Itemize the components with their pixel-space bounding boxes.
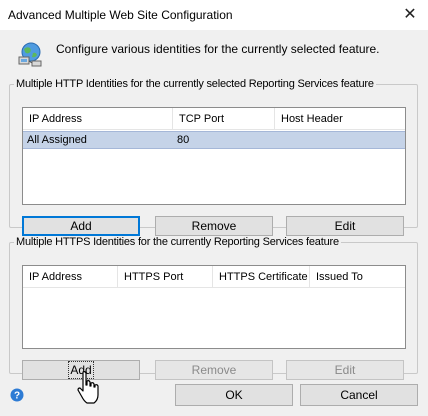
intro-text: Configure various identities for the cur… — [56, 42, 380, 56]
column-header-host[interactable]: Host Header — [275, 108, 407, 130]
column-header-ip[interactable]: IP Address — [23, 108, 173, 130]
hand-cursor-icon — [77, 371, 99, 404]
cell-port: 80 — [177, 134, 190, 146]
close-button[interactable]: ✕ — [398, 3, 422, 27]
dialog-body: Configure various identities for the cur… — [0, 30, 428, 416]
http-identities-list[interactable]: IP Address TCP Port Host Header All Assi… — [22, 107, 406, 205]
https-identities-group: Multiple HTTPS Identities for the curren… — [9, 236, 418, 380]
http-remove-button[interactable]: Remove — [155, 216, 273, 236]
svg-text:?: ? — [14, 391, 20, 402]
cell-ip: All Assigned — [27, 134, 87, 146]
table-row[interactable]: All Assigned 80 — [23, 131, 405, 149]
ok-button[interactable]: OK — [175, 384, 293, 406]
https-list-header: IP Address HTTPS Port HTTPS Certificate … — [23, 266, 405, 288]
https-group-legend: Multiple HTTPS Identities for the curren… — [16, 236, 339, 248]
http-group-legend: Multiple HTTP Identities for the current… — [16, 78, 374, 90]
https-edit-button[interactable]: Edit — [286, 360, 404, 380]
http-identities-group: Multiple HTTP Identities for the current… — [9, 78, 418, 236]
column-header-https-port[interactable]: HTTPS Port — [118, 266, 213, 288]
https-identities-list[interactable]: IP Address HTTPS Port HTTPS Certificate … — [22, 265, 406, 349]
help-icon[interactable]: ? — [10, 388, 24, 402]
column-header-issued-to[interactable]: Issued To — [310, 266, 407, 288]
title-bar: Advanced Multiple Web Site Configuration… — [0, 0, 428, 30]
http-edit-button[interactable]: Edit — [286, 216, 404, 236]
globe-network-icon — [18, 42, 42, 67]
cell-host — [275, 132, 405, 148]
window-title: Advanced Multiple Web Site Configuration — [8, 8, 233, 22]
http-add-button[interactable]: Add — [22, 216, 140, 236]
https-remove-button[interactable]: Remove — [155, 360, 273, 380]
http-list-header: IP Address TCP Port Host Header — [23, 108, 405, 130]
column-header-ip[interactable]: IP Address — [23, 266, 118, 288]
close-icon: ✕ — [403, 6, 417, 23]
column-header-https-certificate[interactable]: HTTPS Certificate — [213, 266, 310, 288]
column-header-port[interactable]: TCP Port — [173, 108, 275, 130]
cancel-button[interactable]: Cancel — [300, 384, 418, 406]
